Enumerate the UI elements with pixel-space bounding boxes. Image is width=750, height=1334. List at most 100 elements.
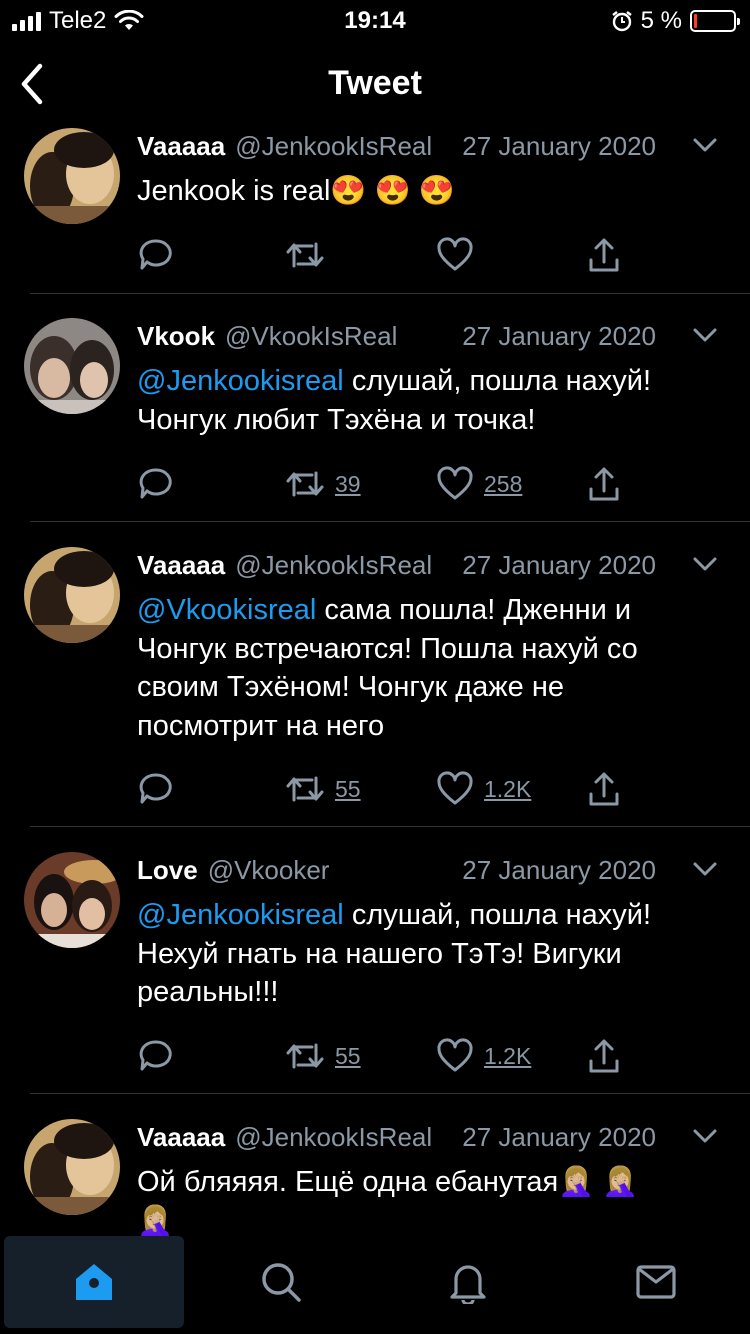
- share-button[interactable]: [587, 1036, 621, 1076]
- reply-button[interactable]: [137, 1036, 175, 1076]
- home-icon: [76, 1264, 112, 1300]
- like-button[interactable]: [436, 235, 484, 275]
- chevron-down-icon[interactable]: [690, 1121, 720, 1151]
- avatar-photo: [24, 1119, 120, 1215]
- tweet-header: Vkook @VkookIsReal 27 January 2020: [137, 318, 720, 354]
- avatar-photo: [24, 318, 120, 414]
- share-button[interactable]: [587, 235, 621, 275]
- retweet-icon: [286, 242, 324, 268]
- like-button[interactable]: 1.2K: [436, 769, 531, 809]
- like-count: 1.2K: [484, 775, 532, 802]
- tweet-actions: 55 1.2K: [137, 769, 637, 809]
- tweet-date: 27 January 2020: [462, 854, 656, 885]
- tweet[interactable]: Love @Vkooker 27 January 2020 @Jenkookis…: [0, 852, 750, 1094]
- tweet-header: Vaaaaa @JenkookIsReal 27 January 2020: [137, 547, 720, 583]
- tab-messages[interactable]: [566, 1236, 746, 1328]
- author-handle[interactable]: @VkookIsReal: [225, 321, 397, 352]
- mention-link[interactable]: @Jenkookisreal: [137, 365, 344, 397]
- tab-home[interactable]: [4, 1236, 184, 1328]
- chevron-down-icon[interactable]: [690, 549, 720, 579]
- chevron-down-icon[interactable]: [690, 854, 720, 884]
- retweet-button[interactable]: 55: [285, 1036, 361, 1076]
- retweet-icon: [286, 1043, 324, 1069]
- tab-search[interactable]: [191, 1236, 371, 1328]
- tweet-header: Love @Vkooker 27 January 2020: [137, 852, 720, 888]
- author-handle[interactable]: @JenkookIsReal: [235, 131, 432, 162]
- retweet-button[interactable]: [285, 235, 335, 275]
- chevron-down-icon[interactable]: [690, 130, 720, 160]
- author-name[interactable]: Vaaaaa: [137, 550, 225, 581]
- share-icon: [589, 467, 619, 501]
- mention-link[interactable]: @Vkookisreal: [137, 594, 316, 626]
- page-title: Tweet: [328, 64, 422, 102]
- like-count: 258: [484, 470, 523, 497]
- like-count: 1.2K: [484, 1042, 532, 1069]
- tab-notifications[interactable]: [378, 1236, 558, 1328]
- share-icon: [589, 772, 619, 806]
- retweet-count: 55: [335, 775, 361, 802]
- alarm-icon: [611, 11, 632, 32]
- tweet[interactable]: Vkook @VkookIsReal 27 January 2020 @Jenk…: [0, 318, 750, 522]
- tweet[interactable]: Vaaaaa @JenkookIsReal 27 January 2020 @V…: [0, 547, 750, 827]
- status-bar: Tele2 19:14 5 %: [0, 0, 750, 40]
- author-handle[interactable]: @JenkookIsReal: [235, 550, 432, 581]
- divider: [30, 826, 750, 827]
- share-button[interactable]: [587, 464, 621, 504]
- bell-icon: [450, 1265, 486, 1304]
- reply-icon: [139, 1040, 172, 1071]
- tweet-actions: [137, 235, 637, 275]
- author-name[interactable]: Love: [137, 855, 198, 886]
- search-icon: [262, 1263, 301, 1302]
- tweet-text: @Jenkookisreal слушай, пошла нахуй! Чонг…: [137, 362, 730, 439]
- reply-icon: [139, 468, 172, 499]
- like-button[interactable]: 258: [436, 464, 522, 504]
- divider: [30, 293, 750, 294]
- reply-button[interactable]: [137, 464, 175, 504]
- avatar[interactable]: [24, 1119, 120, 1215]
- reply-button[interactable]: [137, 235, 175, 275]
- nav-header: Tweet: [0, 40, 750, 128]
- tweet[interactable]: Vaaaaa @JenkookIsReal 27 January 2020 Je…: [0, 128, 750, 294]
- retweet-button[interactable]: 39: [285, 464, 361, 504]
- mail-icon: [636, 1265, 676, 1299]
- retweet-button[interactable]: 55: [285, 769, 361, 809]
- avatar[interactable]: [24, 852, 120, 948]
- tweet-text: Ой бляяяя. Ещё одна ебанутая🤦🏼‍♀️ 🤦🏼‍♀️ …: [137, 1163, 650, 1236]
- divider: [30, 1093, 750, 1094]
- author-handle[interactable]: @JenkookIsReal: [235, 1122, 432, 1153]
- avatar-photo: [24, 852, 120, 948]
- battery-percent: 5 %: [640, 7, 682, 34]
- avatar-photo: [24, 547, 120, 643]
- like-button[interactable]: 1.2K: [436, 1036, 531, 1076]
- reply-icon: [139, 239, 172, 270]
- avatar[interactable]: [24, 128, 120, 224]
- retweet-count: 39: [335, 470, 361, 497]
- tweet-date: 27 January 2020: [462, 320, 656, 351]
- heart-icon: [437, 771, 473, 805]
- tweet[interactable]: Vaaaaa @JenkookIsReal 27 January 2020 Ой…: [0, 1119, 750, 1236]
- mention-link[interactable]: @Jenkookisreal: [137, 899, 344, 931]
- avatar[interactable]: [24, 318, 120, 414]
- divider: [30, 521, 750, 522]
- battery-icon: [690, 10, 740, 32]
- heart-icon: [437, 1038, 473, 1072]
- tweet-text: Jenkook is real😍 😍 😍: [137, 172, 730, 211]
- tweet-date: 27 January 2020: [462, 549, 656, 580]
- reply-button[interactable]: [137, 769, 175, 809]
- share-button[interactable]: [587, 769, 621, 809]
- tweet-actions: 39 258: [137, 464, 637, 504]
- tweet-date: 27 January 2020: [462, 130, 656, 161]
- tweet-thread[interactable]: Vaaaaa @JenkookIsReal 27 January 2020 Je…: [0, 128, 750, 1236]
- author-handle[interactable]: @Vkooker: [208, 855, 330, 886]
- tweet-text-content: Ой бляяяя. Ещё одна ебанутая🤦🏼‍♀️ 🤦🏼‍♀️ …: [137, 1166, 639, 1236]
- avatar[interactable]: [24, 547, 120, 643]
- author-name[interactable]: Vkook: [137, 321, 215, 352]
- reply-icon: [139, 773, 172, 804]
- tweet-actions: 55 1.2K: [137, 1036, 637, 1076]
- tweet-text-content: Jenkook is real😍 😍 😍: [137, 175, 455, 207]
- share-icon: [589, 1039, 619, 1073]
- tweet-text: @Jenkookisreal слушай, пошла нахуй! Неху…: [137, 896, 730, 1012]
- author-name[interactable]: Vaaaaa: [137, 1122, 225, 1153]
- author-name[interactable]: Vaaaaa: [137, 131, 225, 162]
- chevron-down-icon[interactable]: [690, 320, 720, 350]
